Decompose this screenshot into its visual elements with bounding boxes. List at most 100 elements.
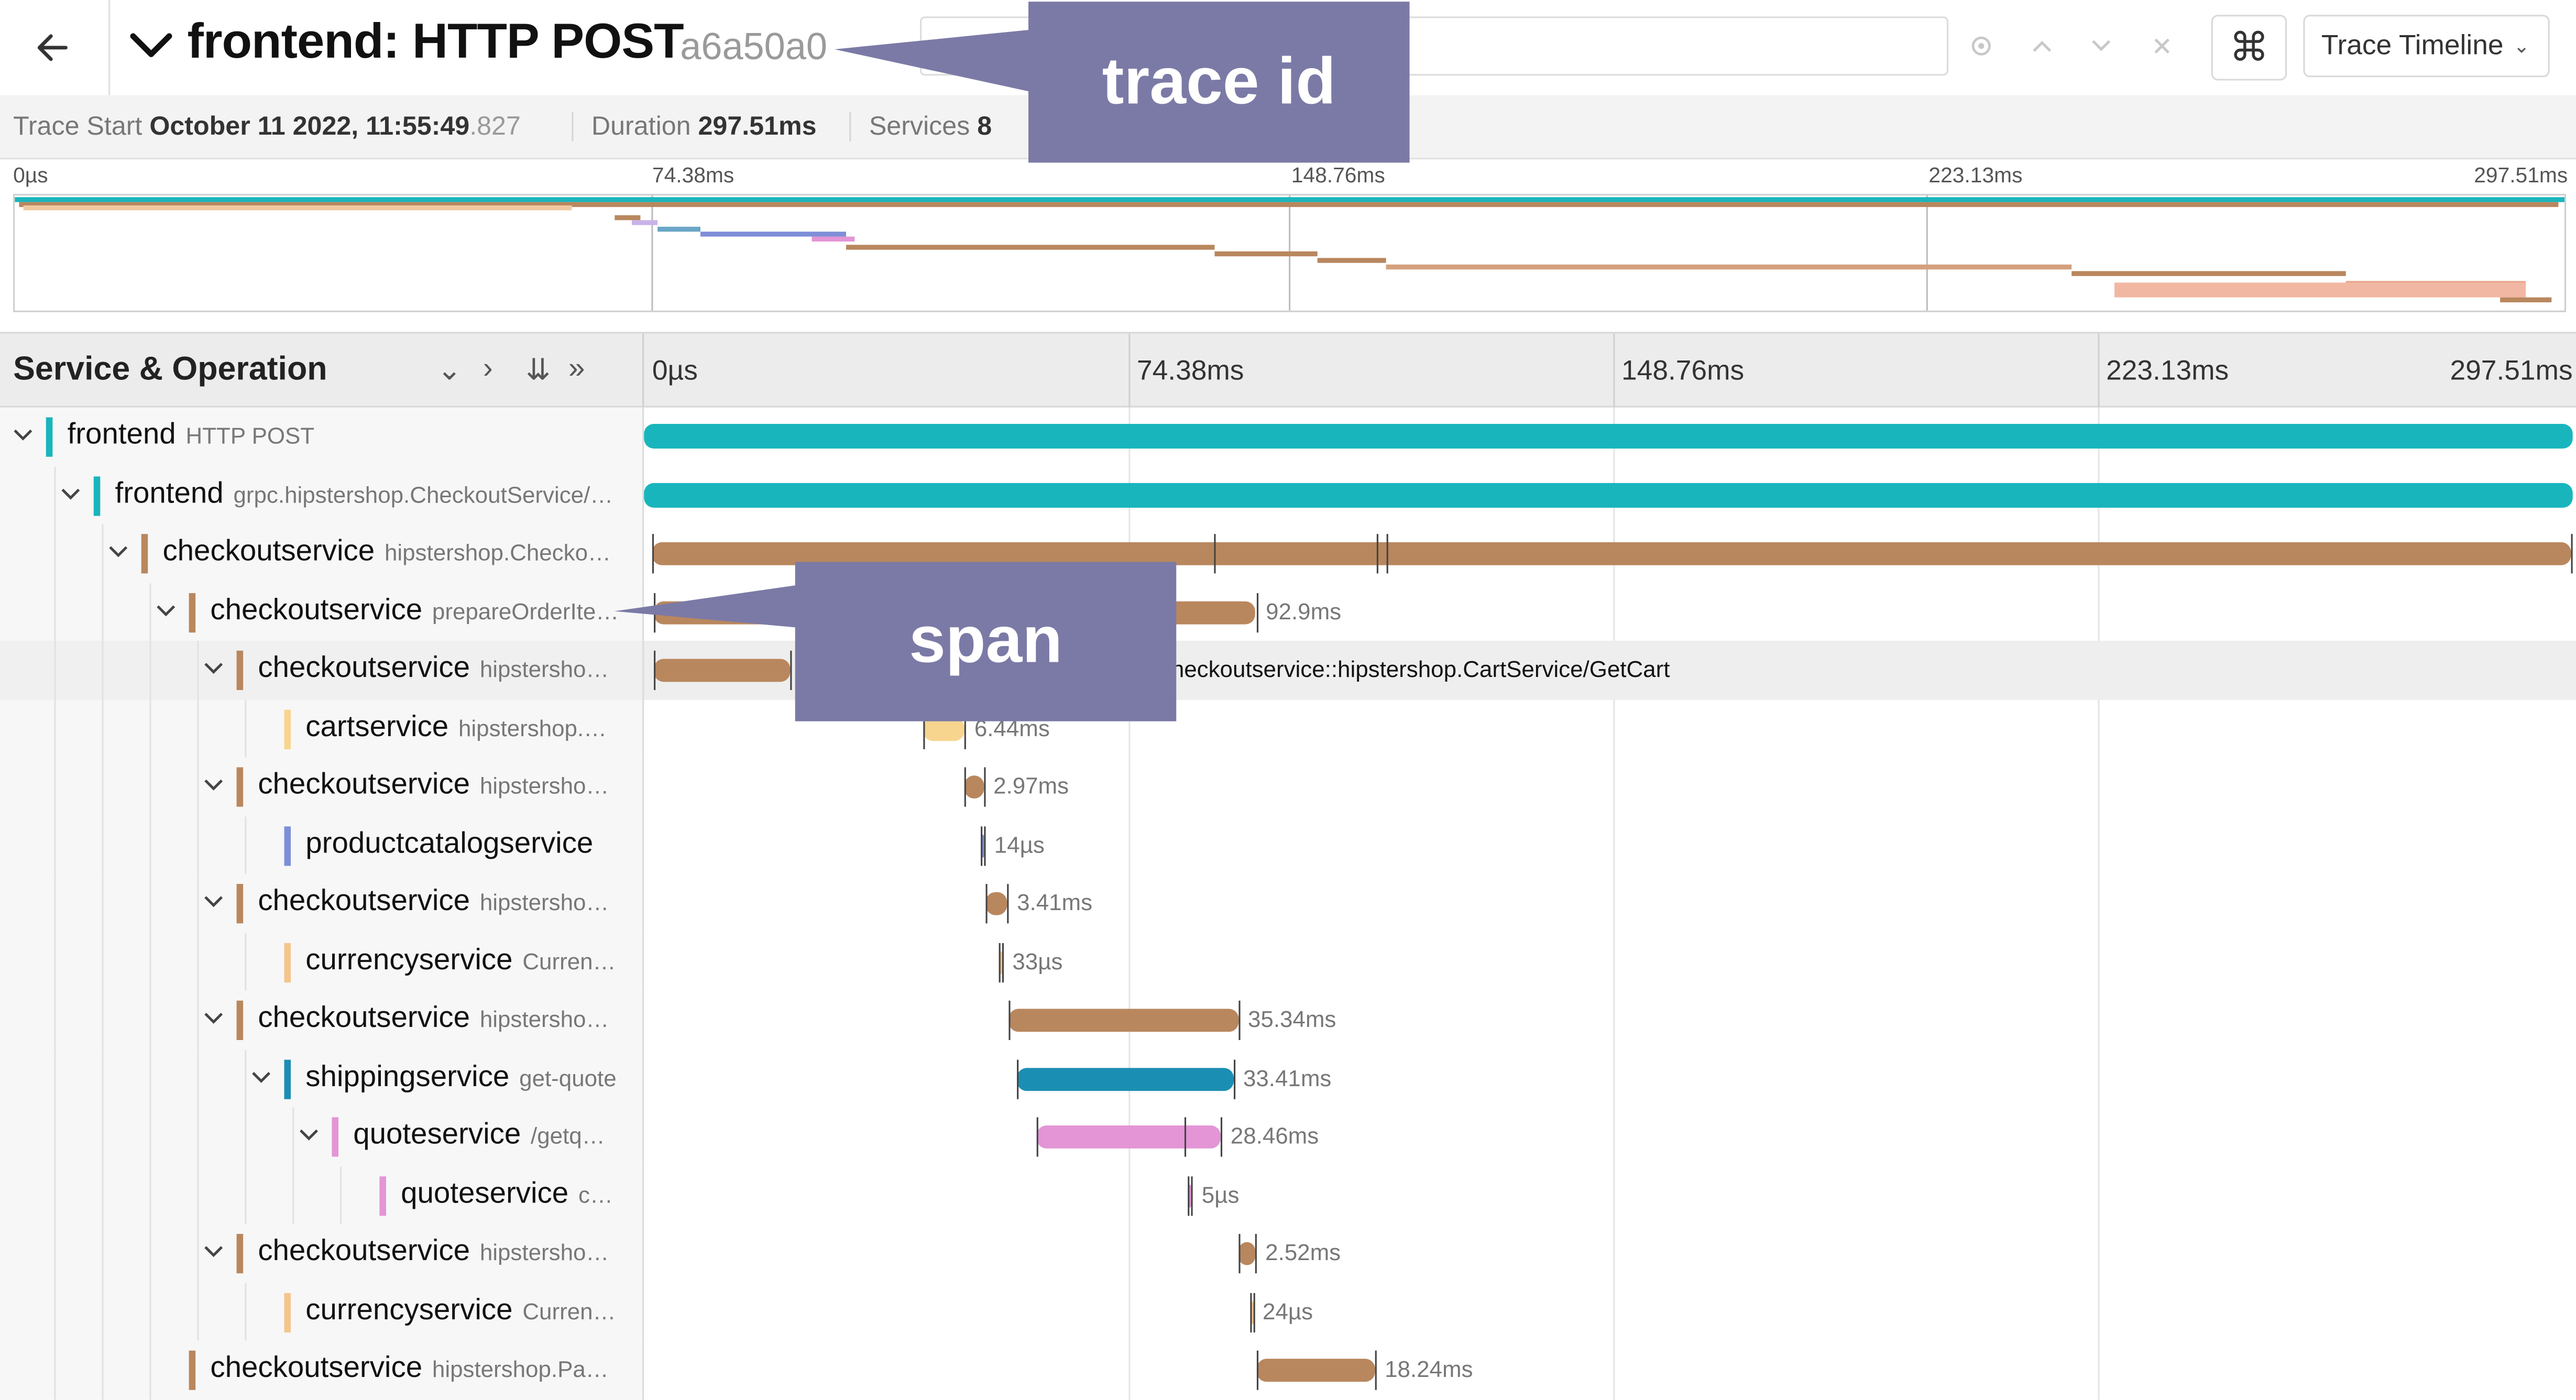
span-name-cell[interactable]: cartservice hipstershop.… xyxy=(0,699,644,758)
span-name-cell[interactable]: frontend HTTP POST xyxy=(0,407,644,466)
span-name-cell[interactable]: currencyservice Curren… xyxy=(0,932,644,991)
span-duration-label: 5µs xyxy=(1201,1180,1240,1207)
span-row[interactable]: checkoutservice hipstersho… 2.97ms xyxy=(0,757,2576,816)
span-name-cell[interactable]: checkoutservice hipstersho… xyxy=(0,640,644,699)
span-name-cell[interactable]: shippingservice get-quote xyxy=(0,1049,644,1108)
span-bar[interactable] xyxy=(964,775,984,799)
span-name: cartservice hipstershop.… xyxy=(305,709,634,743)
span-bar[interactable] xyxy=(644,424,2573,449)
span-name: shippingservice get-quote xyxy=(305,1059,634,1093)
column-title: Service & Operation xyxy=(13,352,327,388)
span-row[interactable]: checkoutservice hipstersho… 35.34ms xyxy=(0,990,2576,1049)
span-duration-label: 3.41ms xyxy=(1017,889,1093,915)
tree-guide xyxy=(197,640,199,699)
minimap-span xyxy=(615,215,641,221)
span-start-marker xyxy=(1188,1175,1190,1215)
span-row[interactable]: currencyservice Curren… 33µs xyxy=(0,932,2576,991)
tree-guide xyxy=(245,1107,247,1166)
span-row[interactable]: cartservice hipstershop.… 6.44ms xyxy=(0,699,2576,758)
trace-title: frontend: HTTP POST xyxy=(187,15,684,69)
span-name-cell[interactable]: checkoutservice hipstersho… xyxy=(0,1224,644,1283)
span-row[interactable]: checkoutservice hipstersho… checkoutservic… xyxy=(0,640,2576,699)
span-bar[interactable] xyxy=(644,482,2572,507)
span-row[interactable]: checkoutservice hipstersho… 2.52ms xyxy=(0,1224,2576,1283)
span-name-cell[interactable]: quoteservice c… xyxy=(0,1165,644,1224)
span-row[interactable]: productcatalogservice 14µs xyxy=(0,815,2576,874)
span-row[interactable]: checkoutservice hipstersho… 3.41ms xyxy=(0,874,2576,933)
tree-guide xyxy=(149,1282,151,1341)
chevron-down-icon[interactable] xyxy=(202,657,225,680)
span-name: checkoutservice hipstersho… xyxy=(258,1234,634,1268)
span-row[interactable]: checkoutservice hipstershop.Checko… xyxy=(0,524,2576,583)
span-row[interactable]: quoteservice c… 5µs xyxy=(0,1165,2576,1224)
span-bar[interactable] xyxy=(1239,1242,1256,1265)
chevron-down-icon[interactable] xyxy=(250,1066,273,1089)
close-icon[interactable] xyxy=(2142,26,2182,65)
span-row[interactable]: checkoutservice hipstershop.Pa… 18.24ms xyxy=(0,1340,2576,1399)
span-name: productcatalogservice xyxy=(305,826,634,860)
timeline-tick-line xyxy=(1613,333,1615,409)
span-end-marker xyxy=(984,825,986,865)
chevron-up-icon[interactable] xyxy=(2022,26,2062,65)
span-end-marker xyxy=(1375,1350,1377,1390)
service-color-bar xyxy=(46,417,53,457)
span-bar[interactable] xyxy=(1036,1125,1221,1149)
span-duration-label: 2.97ms xyxy=(993,772,1069,799)
chevron-down-icon[interactable] xyxy=(202,774,225,797)
span-name-cell[interactable]: checkoutservice hipstersho… xyxy=(0,874,644,933)
span-bar[interactable] xyxy=(1256,1359,1375,1382)
tree-guide xyxy=(102,1165,104,1224)
span-name-cell[interactable]: checkoutservice hipstershop.Pa… xyxy=(0,1340,644,1399)
tree-guide xyxy=(102,640,104,699)
trace-id-callout: trace id xyxy=(1028,2,1410,163)
locate-icon[interactable] xyxy=(1961,26,2001,65)
chevron-down-icon[interactable] xyxy=(12,424,35,447)
tree-guide xyxy=(245,815,247,874)
trace-minimap[interactable] xyxy=(13,194,2567,312)
span-row[interactable]: checkoutservice prepareOrderIte… 92.9ms xyxy=(0,582,2576,641)
span-name-cell[interactable]: productcatalogservice xyxy=(0,815,644,874)
span-name-cell[interactable]: currencyservice Curren… xyxy=(0,1282,644,1341)
span-name-cell[interactable]: checkoutservice hipstershop.Checko… xyxy=(0,524,644,583)
chevron-down-icon[interactable] xyxy=(202,891,225,914)
span-bar[interactable] xyxy=(985,892,1007,915)
span-row[interactable]: currencyservice Curren… 24µs xyxy=(0,1282,2576,1341)
expand-all-icon[interactable]: » xyxy=(568,352,585,386)
span-bar[interactable] xyxy=(654,659,791,682)
chevron-down-icon[interactable] xyxy=(202,1241,225,1264)
collapse-one-icon[interactable]: ⌄ xyxy=(437,353,462,388)
span-bar[interactable] xyxy=(1016,1067,1234,1090)
chevron-down-small-icon[interactable] xyxy=(2081,26,2121,65)
expand-one-icon[interactable]: › xyxy=(483,352,493,386)
collapse-all-icon[interactable]: ⇊ xyxy=(525,353,550,388)
chevron-down-icon[interactable] xyxy=(107,541,130,564)
span-row[interactable]: frontend HTTP POST xyxy=(0,407,2576,466)
tree-guide xyxy=(102,1340,104,1399)
minimap-span xyxy=(812,236,855,242)
span-row[interactable]: frontend grpc.hipstershop.CheckoutService… xyxy=(0,465,2576,524)
span-name-cell[interactable]: quoteservice/getq… xyxy=(0,1107,644,1166)
chevron-down-icon[interactable] xyxy=(202,1007,225,1030)
timeline-tick: 0µs xyxy=(652,355,698,386)
tree-guide xyxy=(292,1107,294,1166)
span-name-cell[interactable]: checkoutservice hipstersho… xyxy=(0,757,644,816)
span-name-cell[interactable]: frontend grpc.hipstershop.CheckoutService… xyxy=(0,465,644,524)
tree-guide xyxy=(245,1049,247,1108)
back-arrow-icon[interactable] xyxy=(13,13,92,82)
view-type-select[interactable]: Trace Timeline ⌄ xyxy=(2303,15,2550,78)
keyboard-shortcuts-button[interactable]: ⌘ xyxy=(2211,15,2287,81)
tree-guide xyxy=(102,582,104,641)
column-divider[interactable] xyxy=(642,333,644,409)
timeline-tick: 223.13ms xyxy=(2106,355,2229,386)
span-row[interactable]: shippingservice get-quote 33.41ms xyxy=(0,1049,2576,1108)
span-name-cell[interactable]: checkoutservice hipstersho… xyxy=(0,990,644,1049)
chevron-down-icon[interactable] xyxy=(59,482,82,505)
minimap-graph xyxy=(15,195,2564,311)
chevron-down-icon[interactable] xyxy=(298,1124,321,1147)
span-bar[interactable] xyxy=(1009,1009,1238,1032)
service-name: frontend xyxy=(67,417,176,451)
chevron-down-icon[interactable] xyxy=(128,23,174,69)
span-row[interactable]: quoteservice/getq… 28.46ms xyxy=(0,1107,2576,1166)
span-name-cell[interactable]: checkoutservice prepareOrderIte… xyxy=(0,582,644,641)
chevron-down-icon[interactable] xyxy=(155,599,178,622)
